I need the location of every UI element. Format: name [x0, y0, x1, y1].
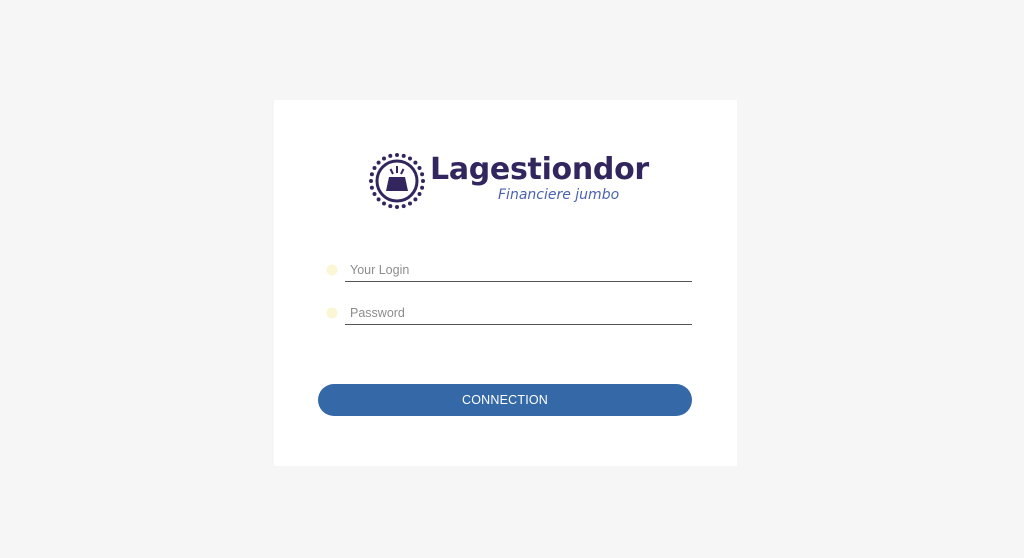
brand-title: Lagestiondor	[430, 152, 649, 187]
login-field	[326, 258, 692, 284]
login-input[interactable]	[345, 258, 692, 282]
brand-logo: Lagestiondor Financiere jumbo	[368, 150, 649, 212]
password-field	[326, 301, 692, 327]
user-icon	[326, 264, 338, 276]
connection-button[interactable]: CONNECTION	[318, 384, 692, 416]
lock-icon	[326, 307, 338, 319]
gold-bar-icon	[369, 153, 425, 209]
login-card: Lagestiondor Financiere jumbo CONNECTION	[274, 100, 737, 466]
brand-subtitle: Financiere jumbo	[498, 187, 620, 203]
password-input[interactable]	[345, 301, 692, 325]
